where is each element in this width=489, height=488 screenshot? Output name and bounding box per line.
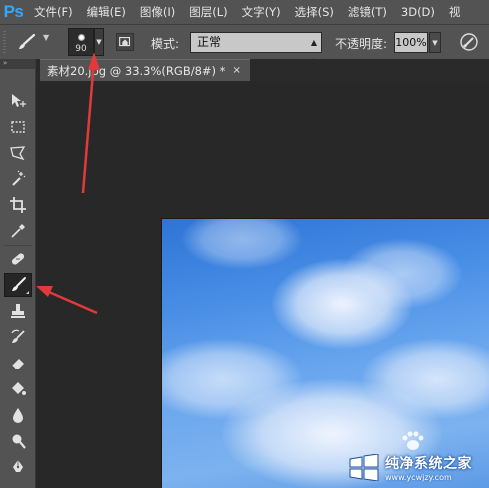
options-bar: ▼ 90 ▼ 模式: 正常 ▲▼ 不透明度: 100% ▼ <box>0 24 489 66</box>
sky-photo-canvas[interactable] <box>162 219 489 488</box>
blend-mode-select[interactable]: 正常 ▲▼ <box>190 32 322 66</box>
menu-edit[interactable]: 编辑(E) <box>80 4 133 20</box>
menu-select[interactable]: 选择(S) <box>288 4 341 20</box>
crop-icon[interactable] <box>4 193 32 217</box>
pen-icon[interactable] <box>4 455 32 479</box>
close-icon[interactable]: × <box>232 65 240 76</box>
brush-preset-dropdown-icon[interactable]: ▼ <box>94 28 104 56</box>
toolbar-divider <box>4 245 32 246</box>
document-tab-strip: 素材20.jpg @ 33.3%(RGB/8#) * × <box>36 59 489 81</box>
brush-panel-toggle-button[interactable] <box>116 33 134 51</box>
tool-preset-dropdown-icon[interactable]: ▼ <box>43 33 49 42</box>
menu-3d[interactable]: 3D(D) <box>394 5 442 19</box>
tool-group-indicator-icon <box>26 291 29 294</box>
menu-type[interactable]: 文字(Y) <box>235 4 288 20</box>
mode-label: 模式: <box>151 37 180 51</box>
eyedropper-icon[interactable] <box>4 219 32 243</box>
opacity-label: 不透明度: <box>335 37 388 51</box>
document-tab[interactable]: 素材20.jpg @ 33.3%(RGB/8#) * × <box>40 59 250 81</box>
tablet-pressure-icon[interactable] <box>458 31 480 53</box>
brush-tip-icon <box>78 34 85 41</box>
opacity-dropdown-icon[interactable]: ▼ <box>429 32 441 53</box>
windows-logo-icon <box>347 452 381 482</box>
menu-filter[interactable]: 滤镜(T) <box>341 4 394 20</box>
magic-wand-icon[interactable] <box>4 167 32 191</box>
photoshop-logo: Ps <box>3 2 24 21</box>
menu-bar: Ps 文件(F) 编辑(E) 图像(I) 图层(L) 文字(Y) 选择(S) 滤… <box>0 0 489 24</box>
cloud-shape <box>342 239 462 309</box>
watermark-url: www.ycwjzy.com <box>385 472 452 482</box>
watermark: 纯净系统之家 www.ycwjzy.com <box>347 452 487 482</box>
drop-icon[interactable] <box>4 403 32 427</box>
cloud-shape <box>182 219 302 269</box>
history-brush-icon[interactable] <box>4 325 32 349</box>
move-icon[interactable] <box>4 89 32 113</box>
paw-print-icon <box>402 431 424 450</box>
paint-bucket-icon[interactable] <box>4 377 32 401</box>
menu-layer[interactable]: 图层(L) <box>182 4 234 20</box>
dodge-icon[interactable] <box>4 429 32 453</box>
marquee-icon[interactable] <box>4 115 32 139</box>
polygon-lasso-icon[interactable] <box>4 141 32 165</box>
brush-preset-picker[interactable]: 90 <box>68 28 94 56</box>
options-bar-grip[interactable] <box>3 31 6 53</box>
brush-icon[interactable] <box>4 273 32 297</box>
brush-size-value: 90 <box>75 44 87 54</box>
bandage-icon[interactable] <box>4 247 32 271</box>
menu-view[interactable]: 视 <box>442 4 468 20</box>
opacity-input[interactable]: 100% <box>394 32 428 53</box>
tools-panel: » <box>0 59 36 488</box>
toolbar-collapse-icon[interactable]: » <box>0 59 35 69</box>
eraser-icon[interactable] <box>4 351 32 375</box>
menu-image[interactable]: 图像(I) <box>133 4 182 20</box>
watermark-title: 纯净系统之家 <box>385 455 472 472</box>
blend-mode-value: 正常 <box>197 35 222 49</box>
canvas-workspace[interactable] <box>36 81 489 488</box>
document-tab-title: 素材20.jpg @ 33.3%(RGB/8#) * <box>47 63 226 78</box>
menu-file[interactable]: 文件(F) <box>27 4 80 20</box>
stamp-icon[interactable] <box>4 299 32 323</box>
tool-preset-brush-icon[interactable] <box>15 33 37 51</box>
